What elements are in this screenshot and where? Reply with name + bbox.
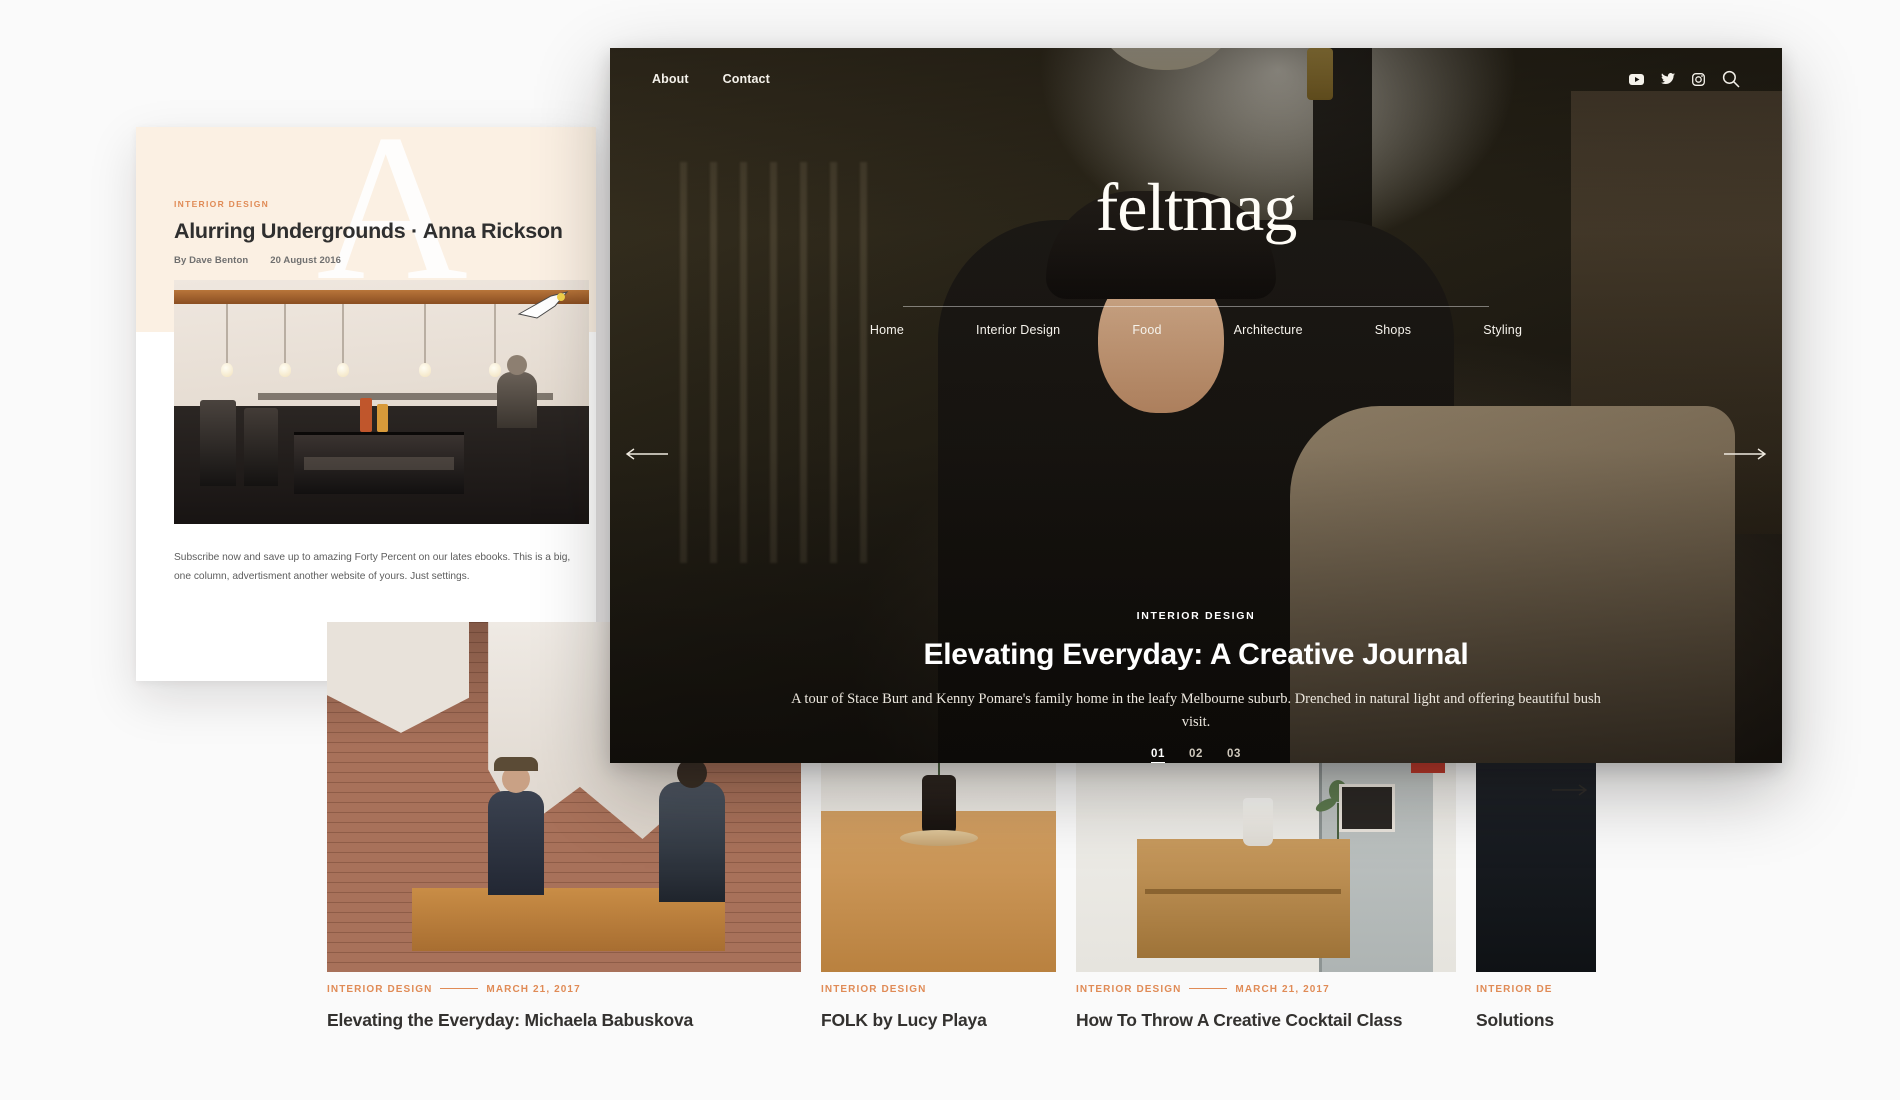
hero-next-button[interactable] (1724, 446, 1768, 462)
site-logo[interactable]: feltmag (610, 173, 1782, 241)
article-preview-card[interactable]: A INTERIOR DESIGN Alurring Undergrounds … (136, 127, 596, 681)
grid-card-title[interactable]: Solutions (1476, 1010, 1554, 1031)
social-links (1629, 70, 1740, 88)
search-icon[interactable] (1722, 70, 1740, 88)
bird-illustration-icon (517, 291, 569, 319)
grid-next-button[interactable] (1552, 782, 1592, 802)
grid-card-title[interactable]: FOLK by Lucy Playa (821, 1010, 987, 1031)
hero-panel: About Contact feltmag Home Interior Desi… (610, 48, 1782, 763)
pagination-item-03[interactable]: 03 (1227, 748, 1241, 763)
article-photo (174, 280, 589, 524)
instagram-icon[interactable] (1692, 72, 1705, 86)
nav-item-interior-design[interactable]: Interior Design (940, 323, 1096, 337)
hero-top-bar: About Contact (610, 48, 1782, 110)
article-author: By Dave Benton (174, 255, 249, 266)
hero-slide-caption: INTERIOR DESIGN Elevating Everyday: A Cr… (610, 610, 1782, 735)
youtube-icon[interactable] (1629, 73, 1644, 85)
arrow-right-icon (1724, 448, 1767, 460)
grid-card-category[interactable]: INTERIOR DESIGN (821, 984, 926, 995)
grid-card-meta: INTERIOR DESIGN (821, 984, 926, 995)
grid-card-meta: INTERIOR DESIGN MARCH 21, 2017 (327, 984, 581, 995)
grid-card-title[interactable]: Elevating the Everyday: Michaela Babusko… (327, 1010, 693, 1031)
twitter-icon[interactable] (1661, 73, 1675, 85)
nav-item-styling[interactable]: Styling (1447, 323, 1558, 337)
arrow-right-icon (1552, 784, 1588, 796)
pagination-item-02[interactable]: 02 (1189, 748, 1203, 763)
hero-slide-title[interactable]: Elevating Everyday: A Creative Journal (790, 638, 1602, 672)
arrow-left-icon (625, 448, 668, 460)
top-link-contact[interactable]: Contact (723, 72, 770, 86)
grid-card-category[interactable]: INTERIOR DESIGN (1076, 984, 1181, 995)
hero-pagination: 01 02 03 (610, 748, 1782, 763)
mockup-stage: A INTERIOR DESIGN Alurring Undergrounds … (0, 0, 1900, 1100)
grid-card-title[interactable]: How To Throw A Creative Cocktail Class (1076, 1010, 1402, 1031)
nav-item-architecture[interactable]: Architecture (1198, 323, 1339, 337)
grid-card-meta: INTERIOR DE (1476, 984, 1553, 995)
hero-slide-description: A tour of Stace Burt and Kenny Pomare's … (791, 691, 1601, 731)
pagination-item-01[interactable]: 01 (1151, 748, 1165, 763)
cafe-interior-illustration (174, 280, 589, 524)
meta-rule (1189, 987, 1228, 989)
top-link-about[interactable]: About (652, 72, 689, 86)
grid-card-date: MARCH 21, 2017 (486, 984, 581, 995)
nav-item-food[interactable]: Food (1096, 323, 1197, 337)
hero-prev-button[interactable] (624, 446, 668, 462)
logo-divider (903, 306, 1489, 307)
hero-main-nav: Home Interior Design Food Architecture S… (610, 323, 1782, 337)
grid-card-date: MARCH 21, 2017 (1235, 984, 1330, 995)
grid-card-category[interactable]: INTERIOR DESIGN (327, 984, 432, 995)
nav-item-shops[interactable]: Shops (1339, 323, 1447, 337)
hero-top-nav: About Contact (652, 72, 770, 86)
article-title[interactable]: Alurring Undergrounds · Anna Rickson (174, 219, 582, 244)
nav-item-home[interactable]: Home (834, 323, 940, 337)
grid-card-meta: INTERIOR DESIGN MARCH 21, 2017 (1076, 984, 1330, 995)
article-body-text: Subscribe now and save up to amazing For… (174, 552, 571, 582)
article-meta: By Dave Benton 20 August 2016 (174, 255, 341, 266)
meta-rule (440, 987, 479, 989)
article-kicker[interactable]: INTERIOR DESIGN (174, 199, 269, 209)
grid-card-category[interactable]: INTERIOR DE (1476, 984, 1553, 995)
hero-slide-category[interactable]: INTERIOR DESIGN (790, 610, 1602, 622)
article-date: 20 August 2016 (270, 255, 342, 266)
